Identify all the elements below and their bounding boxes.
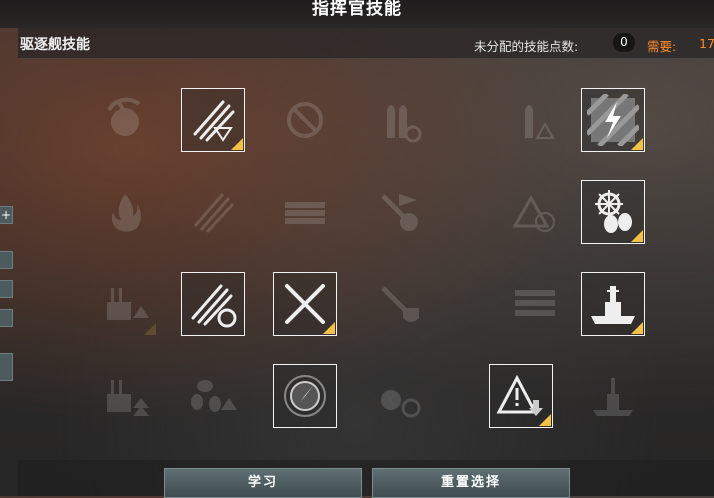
upgrade-corner-marker [631,230,643,242]
skill-engine-room[interactable] [581,180,645,244]
skill-torpedo-launcher[interactable] [503,272,567,336]
skill-propeller-boost[interactable] [181,364,245,428]
ammo-reload-icon [387,105,422,143]
required-points-value: 17 [699,36,714,51]
no-entry-icon [287,102,323,138]
skill-priority-target[interactable] [93,88,157,152]
ammo-warning-icon [525,105,555,139]
bottom-bar [18,460,714,496]
incoming-fire-alert-icon [512,194,555,232]
learn-button[interactable]: 学习 [164,468,362,498]
side-tab-3[interactable] [0,309,13,327]
skill-incoming-fire-alert[interactable] [503,180,567,244]
add-tab-button[interactable]: + [0,206,13,224]
upgrade-corner-marker [231,138,243,150]
skill-no-entry[interactable] [273,88,337,152]
fire-icon [111,194,141,232]
torpedo-reload-icon [191,284,237,328]
skill-torpedo-armament[interactable] [181,88,245,152]
torpedo-acceleration-icon [193,193,235,234]
skill-battleship[interactable] [581,272,645,336]
torpedo-tubes-icon [285,202,325,224]
skill-turret-boost[interactable] [93,364,157,428]
upgrade-corner-marker [631,322,643,334]
upgrade-corner-marker [539,414,551,426]
upgrade-corner-marker [323,322,335,334]
skill-torpedo-reload[interactable] [181,272,245,336]
window-title: 指挥官技能 [312,0,402,19]
skill-warning-down[interactable] [489,364,553,428]
side-tab-2[interactable] [0,280,13,298]
required-points-label: 需要: [647,39,677,54]
skill-ammo-warning[interactable] [503,88,567,152]
skill-crossed-torpedoes[interactable] [273,272,337,336]
reset-selection-button[interactable]: 重置选择 [372,468,570,498]
skill-shell-reload[interactable] [367,364,431,428]
skill-torpedo-tubes[interactable] [273,180,337,244]
turret-boost-icon [107,380,149,416]
ship-silhouette-icon [593,378,633,416]
skills-header: 驱逐舰技能 未分配的技能点数: 0 需要: 17 [18,28,714,59]
side-tab-1[interactable] [0,251,13,269]
radar-compass-icon [284,375,326,417]
unassigned-points-label: 未分配的技能点数: [474,39,579,54]
shell-reload-icon [381,390,421,418]
skill-ammo-reload[interactable] [367,88,431,152]
skill-turret-upgrade[interactable] [93,272,157,336]
upgrade-corner-marker [144,323,156,335]
skill-grid [18,60,714,460]
skill-torpedo-acceleration[interactable] [181,180,245,244]
skill-flag-explosion[interactable] [367,180,431,244]
side-tab-4[interactable] [0,353,13,381]
skill-ship-silhouette[interactable] [581,364,645,428]
top-bar: 指挥官技能 [0,0,714,28]
priority-target-icon [107,97,141,136]
skill-radar-compass[interactable] [273,364,337,428]
unassigned-points-value: 0 [613,33,635,52]
skill-fire[interactable] [93,180,157,244]
skill-electric-hazard[interactable] [581,88,645,152]
skill-fire-shield[interactable] [367,272,431,336]
torpedo-launcher-icon [515,290,555,316]
flag-explosion-icon [381,194,418,231]
propeller-boost-icon [191,380,237,412]
upgrade-corner-marker [631,138,643,150]
fire-shield-icon [381,286,419,322]
ship-class-title: 驱逐舰技能 [20,37,90,53]
